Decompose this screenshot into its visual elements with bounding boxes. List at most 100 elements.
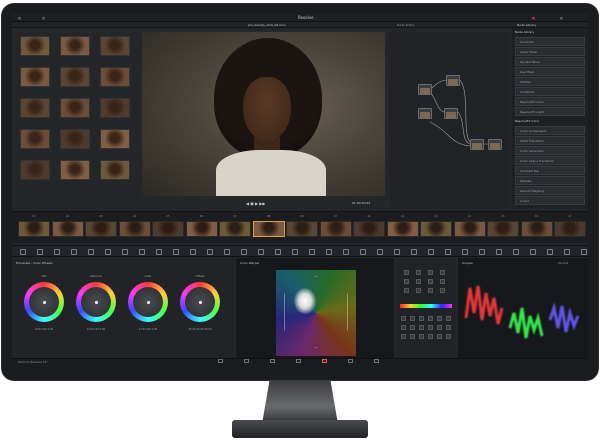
timeline-clip[interactable]: [219, 221, 251, 237]
node-04[interactable]: [444, 108, 458, 119]
palette-tool-icon[interactable]: [496, 249, 502, 255]
palette-tool-icon[interactable]: [156, 249, 162, 255]
color-wheel-lift[interactable]: [24, 282, 64, 322]
palette-tool-icon[interactable]: [394, 249, 400, 255]
palette-tool-icon[interactable]: [88, 249, 94, 255]
page-switch-icon[interactable]: [270, 359, 275, 363]
library-item[interactable]: Key Mixer: [515, 67, 585, 76]
qualifier-button[interactable]: [419, 316, 424, 321]
palette-tool-icon[interactable]: [275, 249, 281, 255]
qualifier-button[interactable]: [416, 288, 421, 293]
palette-tool-icon[interactable]: [428, 249, 434, 255]
palette-tool-icon[interactable]: [258, 249, 264, 255]
transport-buttons[interactable]: ◀ ◼ ▶ ▶▶: [246, 201, 265, 206]
color-wheel-gain[interactable]: [128, 282, 168, 322]
timeline-clip[interactable]: [554, 221, 586, 237]
library-item[interactable]: Color Space Transform: [515, 156, 585, 165]
media-thumbnail[interactable]: [100, 67, 130, 87]
qualifier-button[interactable]: [404, 279, 409, 284]
palette-tool-icon[interactable]: [462, 249, 468, 255]
qualifier-button[interactable]: [437, 334, 442, 339]
timeline-clip[interactable]: [286, 221, 318, 237]
palette-tool-icon[interactable]: [37, 249, 43, 255]
qualifier-button[interactable]: [401, 334, 406, 339]
library-item[interactable]: ACES Transform: [515, 136, 585, 145]
palette-tool-icon[interactable]: [547, 249, 553, 255]
color-wheel-gamma[interactable]: [76, 282, 116, 322]
node-02[interactable]: [446, 75, 460, 86]
library-item[interactable]: Corrector: [515, 37, 585, 46]
page-switch-icon[interactable]: [322, 359, 327, 363]
palette-tool-icon[interactable]: [377, 249, 383, 255]
media-thumbnail[interactable]: [100, 36, 130, 56]
timeline-clip[interactable]: [487, 221, 519, 237]
palette-tool-icon[interactable]: [309, 249, 315, 255]
palette-tool-icon[interactable]: [139, 249, 145, 255]
node-01[interactable]: [418, 84, 432, 95]
palette-tool-icon[interactable]: [326, 249, 332, 255]
wheel-puck[interactable]: [43, 301, 46, 304]
qualifier-button[interactable]: [428, 279, 433, 284]
qualifier-button[interactable]: [410, 334, 415, 339]
palette-tool-icon[interactable]: [513, 249, 519, 255]
timeline-clip[interactable]: [353, 221, 385, 237]
media-thumbnail[interactable]: [20, 160, 50, 180]
qualifier-button[interactable]: [428, 316, 433, 321]
library-item[interactable]: Combiner: [515, 87, 585, 96]
media-thumbnail[interactable]: [20, 67, 50, 87]
page-switch-icon[interactable]: [218, 359, 223, 363]
library-item[interactable]: Splitter: [515, 77, 585, 86]
library-item[interactable]: Dehaze: [515, 176, 585, 185]
library-item[interactable]: Color Compressor: [515, 126, 585, 135]
palette-tool-icon[interactable]: [207, 249, 213, 255]
qualifier-button[interactable]: [428, 325, 433, 330]
lightbox-tab[interactable]: ▧: [560, 16, 563, 20]
library-item[interactable]: Gamut Mapping: [515, 186, 585, 195]
timeline-clip[interactable]: [453, 221, 486, 237]
qualifier-button[interactable]: [446, 334, 451, 339]
palette-tool-icon[interactable]: [224, 249, 230, 255]
media-thumbnail[interactable]: [20, 36, 50, 56]
wheel-puck[interactable]: [199, 301, 202, 304]
palette-tool-icon[interactable]: [54, 249, 60, 255]
palette-tool-icon[interactable]: [241, 249, 247, 255]
viewer[interactable]: [142, 32, 385, 196]
timeline-clip[interactable]: [319, 221, 352, 237]
hue-spectrum[interactable]: [400, 304, 452, 308]
palette-tool-icon[interactable]: [581, 249, 587, 255]
qualifier-button[interactable]: [446, 316, 451, 321]
qualifier-button[interactable]: [404, 270, 409, 275]
lut-tab[interactable]: ▥: [42, 16, 45, 20]
timeline-clip[interactable]: [252, 221, 285, 237]
qualifier-button[interactable]: [428, 334, 433, 339]
timeline-clip[interactable]: [18, 221, 50, 237]
timeline-clip[interactable]: [85, 221, 117, 237]
media-thumbnail[interactable]: [20, 98, 50, 118]
palette-tool-icon[interactable]: [292, 249, 298, 255]
page-switch-icon[interactable]: [244, 359, 249, 363]
timeline-clip[interactable]: [386, 221, 419, 237]
media-thumbnail[interactable]: [60, 36, 90, 56]
palette-tool-icon[interactable]: [479, 249, 485, 255]
qualifier-button[interactable]: [428, 288, 433, 293]
qualifier-button[interactable]: [428, 270, 433, 275]
qualifier-button[interactable]: [401, 316, 406, 321]
timeline-clip[interactable]: [51, 221, 84, 237]
timeline-clip[interactable]: [420, 221, 452, 237]
palette-tool-icon[interactable]: [530, 249, 536, 255]
media-thumbnail[interactable]: [60, 67, 90, 87]
palette-tool-icon[interactable]: [20, 249, 26, 255]
timeline-clip[interactable]: [152, 221, 184, 237]
qualifier-button[interactable]: [401, 325, 406, 330]
library-item[interactable]: Color Generator: [515, 146, 585, 155]
palette-tool-icon[interactable]: [564, 249, 570, 255]
qualifier-button[interactable]: [410, 316, 415, 321]
library-item[interactable]: Layer Mixer: [515, 47, 585, 56]
clips-tab[interactable]: ▦: [532, 16, 535, 20]
qualifier-button[interactable]: [419, 334, 424, 339]
qualifier-button[interactable]: [446, 325, 451, 330]
wheel-puck[interactable]: [147, 301, 150, 304]
timeline-clip[interactable]: [185, 221, 218, 237]
palette-tool-icon[interactable]: [445, 249, 451, 255]
media-thumbnail[interactable]: [100, 160, 130, 180]
